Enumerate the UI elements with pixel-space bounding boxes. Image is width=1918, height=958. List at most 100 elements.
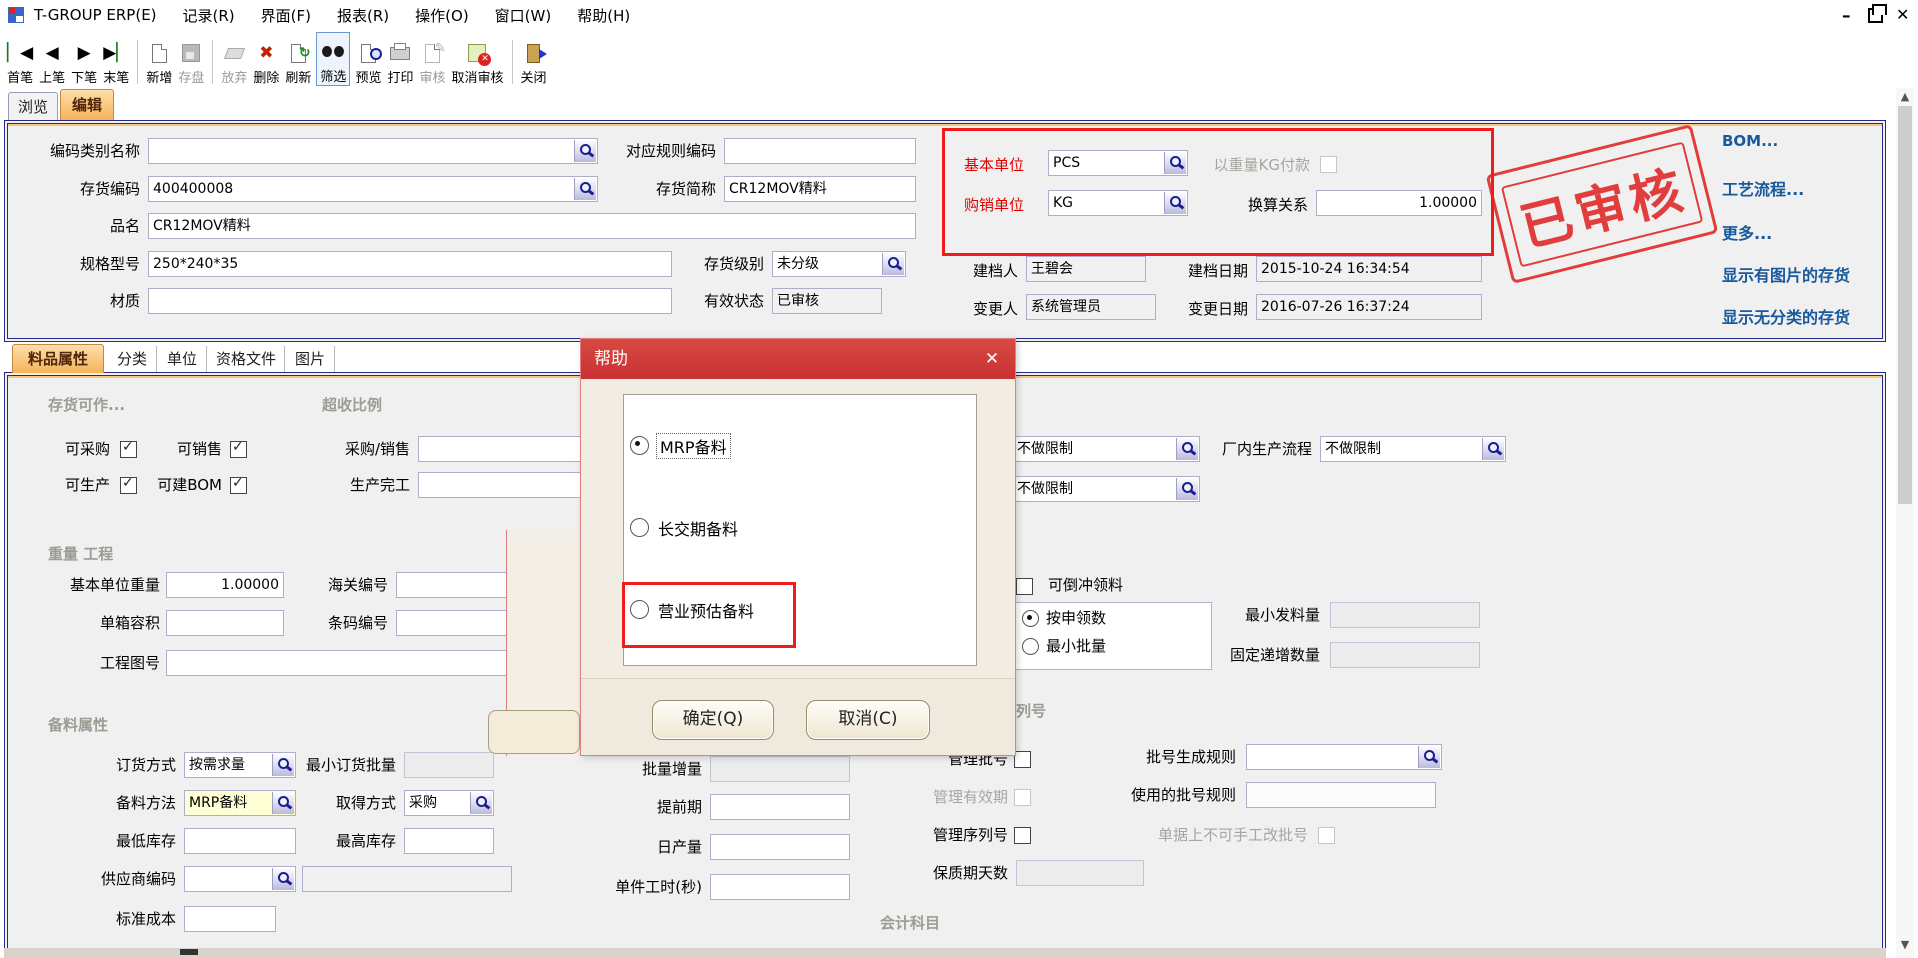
lookup-icon[interactable] [1418, 746, 1440, 768]
toolbar-prev-record[interactable]: ◀ 上笔 [36, 34, 68, 86]
code-class-field[interactable] [148, 138, 598, 164]
lead-time-field[interactable] [710, 794, 850, 820]
batch-increment-label: 批量增量 [620, 756, 702, 782]
lookup-icon[interactable] [574, 178, 596, 200]
tab-classification[interactable]: 分类 [108, 346, 157, 372]
prepare-method-field[interactable]: MRP备料 [184, 790, 296, 816]
spec-field[interactable]: 250*240*35 [148, 251, 672, 277]
min-batch-radio[interactable] [1022, 638, 1039, 655]
menu-operate[interactable]: 操作(O) [415, 5, 469, 26]
lookup-icon[interactable] [470, 792, 492, 814]
tab-qualification-files[interactable]: 资格文件 [208, 346, 285, 372]
tab-images[interactable]: 图片 [286, 346, 335, 372]
mrp-prepare-radio[interactable] [630, 436, 649, 455]
producible-checkbox[interactable] [120, 477, 137, 494]
long-leadtime-prepare-label[interactable]: 长交期备料 [658, 516, 738, 540]
link-bom[interactable]: BOM... [1722, 132, 1778, 150]
dialog-ok-button[interactable]: 确定(Q) [652, 700, 774, 740]
level-field[interactable]: 未分级 [772, 251, 906, 277]
manage-serial-checkbox[interactable] [1014, 827, 1031, 844]
limit-dropdown-1[interactable]: 不做限制 [1012, 436, 1200, 462]
item-abbr-field[interactable]: CR12MOV精料 [724, 176, 916, 202]
purchasable-label: 可采购 [56, 436, 110, 462]
material-field[interactable] [148, 288, 672, 314]
limit-dropdown-2[interactable]: 不做限制 [1012, 476, 1200, 502]
dialog-title-bar[interactable]: 帮助 [581, 339, 1015, 379]
mrp-prepare-label[interactable]: MRP备料 [656, 433, 731, 459]
lookup-icon[interactable] [272, 792, 294, 814]
box-volume-field[interactable] [166, 610, 284, 636]
link-more[interactable]: 更多... [1722, 220, 1772, 244]
purchasable-checkbox[interactable] [120, 441, 137, 458]
toolbar-filter-highlight: 筛选 [316, 32, 350, 86]
sales-forecast-prepare-label[interactable]: 营业预估备料 [658, 598, 754, 622]
menu-window[interactable]: 窗口(W) [495, 5, 552, 26]
link-process-flow[interactable]: 工艺流程... [1722, 176, 1804, 200]
menu-record[interactable]: 记录(R) [183, 5, 235, 26]
minimize-button[interactable]: – [1842, 6, 1851, 26]
toolbar-first-record[interactable]: ▏◀ 首笔 [4, 34, 36, 86]
base-unit-field[interactable]: PCS [1048, 150, 1188, 176]
lookup-icon[interactable] [1164, 192, 1186, 214]
conversion-field[interactable]: 1.00000 [1316, 190, 1482, 216]
toolbar-refresh[interactable]: ↻ 刷新 [282, 34, 314, 86]
toolbar-last-record[interactable]: ▶▏ 末笔 [100, 34, 132, 86]
sellable-checkbox[interactable] [230, 441, 247, 458]
toolbar-close-form[interactable]: 关闭 [518, 34, 550, 86]
sales-forecast-prepare-radio[interactable] [630, 600, 649, 619]
scroll-up-icon[interactable]: ▲ [1898, 90, 1912, 104]
lookup-icon[interactable] [1482, 438, 1504, 460]
lookup-icon[interactable] [272, 754, 294, 776]
toolbar-print[interactable]: 打印 [384, 34, 416, 86]
menu-tgroup-erp[interactable]: T-GROUP ERP(E) [34, 6, 157, 24]
tab-item-attributes[interactable]: 料品属性 [12, 344, 104, 373]
item-name-field[interactable]: CR12MOV精料 [148, 213, 916, 239]
rule-code-field[interactable] [724, 138, 916, 164]
tab-browse[interactable]: 浏览 [8, 92, 58, 120]
menu-report[interactable]: 报表(R) [337, 5, 389, 26]
long-leadtime-prepare-radio[interactable] [630, 518, 649, 537]
scrollbar-thumb[interactable] [1898, 106, 1912, 504]
menu-interface[interactable]: 界面(F) [261, 5, 311, 26]
toolbar-preview[interactable]: 预览 [352, 34, 384, 86]
toolbar-unapprove[interactable]: 取消审核 [448, 34, 506, 86]
backflush-checkbox[interactable] [1016, 578, 1033, 595]
lookup-icon[interactable] [882, 253, 904, 275]
tab-edit[interactable]: 编辑 [60, 89, 114, 120]
min-stock-field[interactable] [184, 828, 296, 854]
order-mode-field[interactable]: 按需求量 [184, 752, 296, 778]
lookup-icon[interactable] [1164, 152, 1186, 174]
batch-rule-field[interactable] [1246, 744, 1442, 770]
unit-hours-field[interactable] [710, 874, 850, 900]
toolbar-add[interactable]: 新增 [143, 34, 175, 86]
close-button[interactable]: ✕ [1896, 5, 1909, 24]
scroll-down-icon[interactable]: ▼ [1898, 938, 1912, 952]
item-code-field[interactable]: 400400008 [148, 176, 598, 202]
lookup-icon[interactable] [574, 140, 596, 162]
link-show-items-with-images[interactable]: 显示有图片的存货 [1722, 262, 1850, 286]
menu-help[interactable]: 帮助(H) [577, 5, 630, 26]
bom-allowed-checkbox[interactable] [230, 477, 247, 494]
acquire-mode-field[interactable]: 采购 [404, 790, 494, 816]
std-cost-label: 标准成本 [96, 906, 176, 932]
restore-button[interactable] [1868, 8, 1883, 23]
dialog-cancel-button[interactable]: 取消(C) [806, 700, 930, 740]
std-cost-field[interactable] [184, 906, 276, 932]
by-application-radio[interactable] [1022, 610, 1039, 627]
lookup-icon[interactable] [272, 868, 294, 890]
unit-weight-field[interactable]: 1.00000 [166, 572, 284, 598]
toolbar-next-record[interactable]: ▶ 下笔 [68, 34, 100, 86]
lookup-icon[interactable] [1176, 478, 1198, 500]
factory-flow-field[interactable]: 不做限制 [1320, 436, 1506, 462]
tab-units[interactable]: 单位 [158, 346, 207, 372]
trade-unit-field[interactable]: KG [1048, 190, 1188, 216]
supplier-code-field[interactable] [184, 866, 296, 892]
lookup-icon[interactable] [1176, 438, 1198, 460]
toolbar-delete[interactable]: ✖ 删除 [250, 34, 282, 86]
toolbar-filter[interactable]: 筛选 [317, 33, 349, 85]
max-stock-field[interactable] [404, 828, 494, 854]
dialog-close-icon[interactable]: ✕ [981, 348, 1003, 370]
link-show-unclassified-items[interactable]: 显示无分类的存货 [1722, 304, 1850, 328]
daily-output-field[interactable] [710, 834, 850, 860]
manage-batch-checkbox[interactable] [1014, 751, 1031, 768]
